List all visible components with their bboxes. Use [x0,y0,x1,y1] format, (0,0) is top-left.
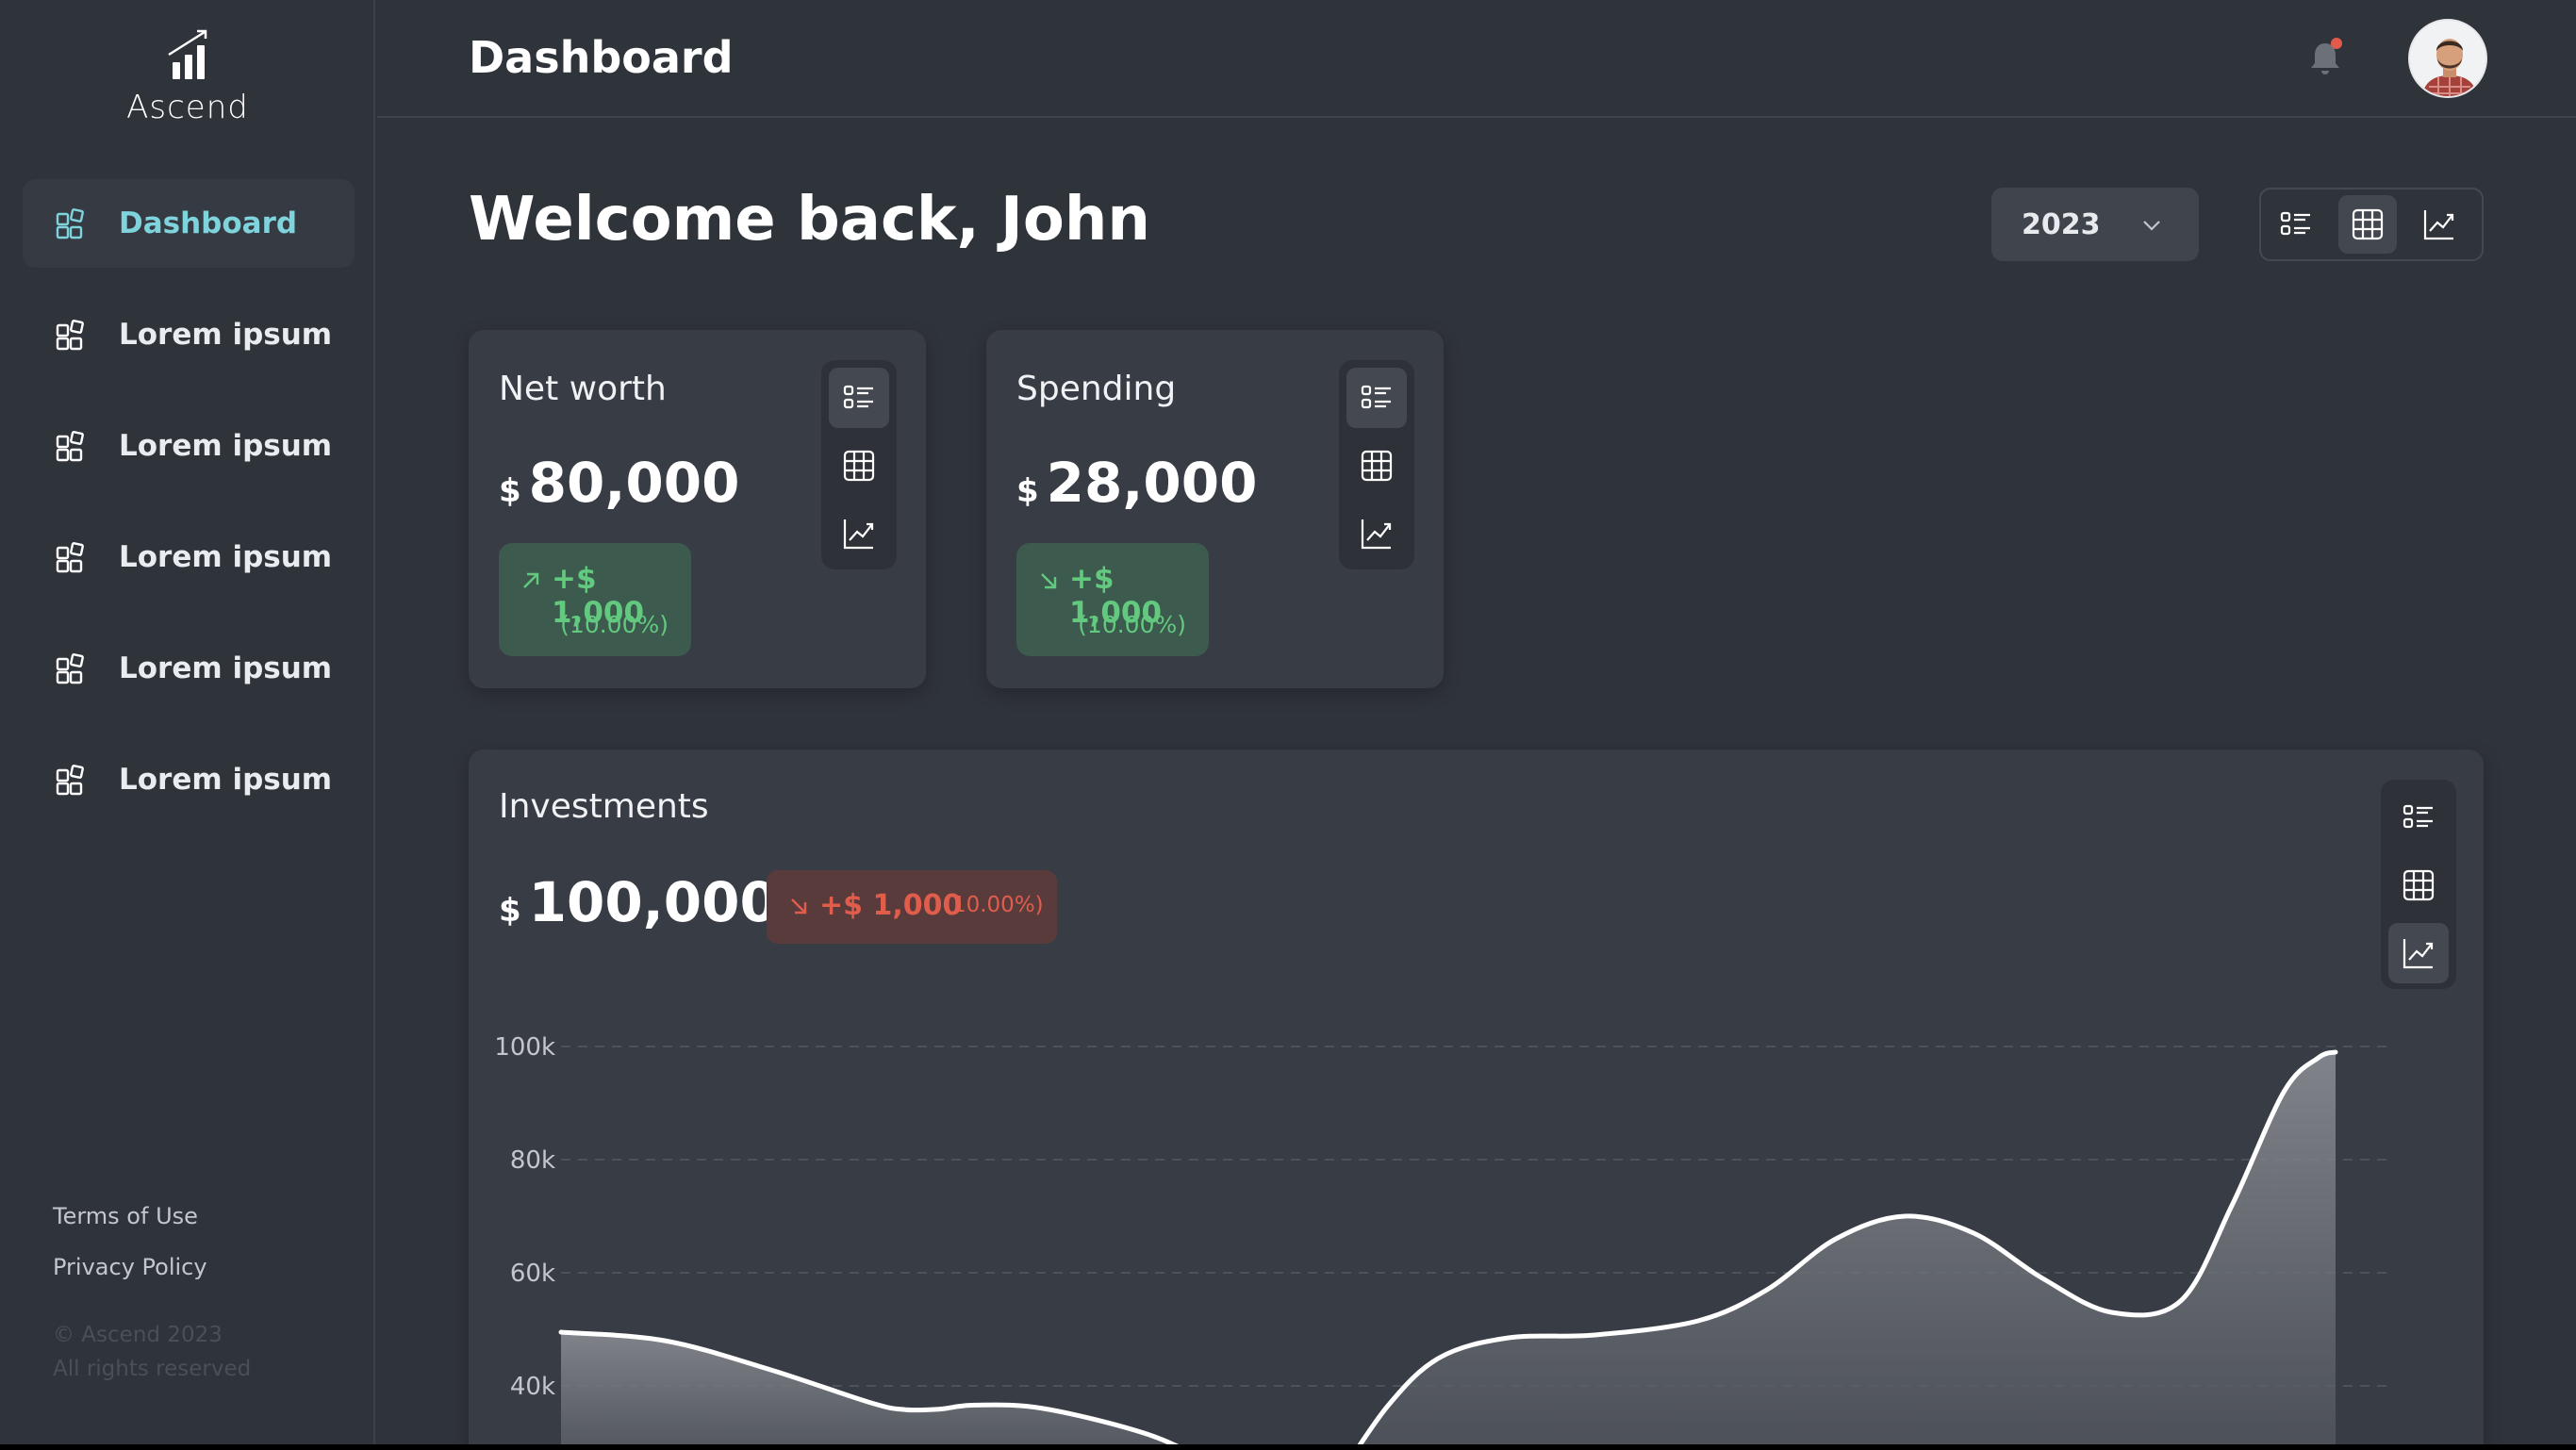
terms-link[interactable]: Terms of Use [53,1203,207,1229]
rights-text: All rights reserved [53,1357,252,1381]
sidebar: Ascend Dashboard Lorem ipsum Lorem ipsum [0,0,375,1444]
year-select-value: 2023 [2022,207,2101,241]
widgets-icon [55,541,87,573]
sidebar-item-label: Lorem ipsum [119,651,333,685]
sidebar-item-label: Lorem ipsum [119,318,333,352]
chart-view-button[interactable] [2388,923,2449,983]
change-percent: (10.00%) [1078,611,1186,638]
spending-amount: $28,000 [1016,451,1258,515]
sidebar-item-lorem-ipsum-2[interactable]: Lorem ipsum [23,402,355,490]
list-view-button[interactable] [1346,368,1407,428]
chart-icon [843,519,874,550]
app-window: Ascend Dashboard Lorem ipsum Lorem ipsum [0,0,2576,1444]
year-select[interactable]: 2023 [1991,188,2199,261]
chart-icon [2403,939,2434,969]
avatar[interactable] [2408,19,2487,98]
sidebar-item-lorem-ipsum-4[interactable]: Lorem ipsum [23,624,355,713]
sidebar-item-label: Dashboard [119,206,298,240]
change-percent: (10.00%) [560,611,669,638]
change-badge: +$ 1,000 (10.00%) [1016,543,1209,656]
grid-view-button[interactable] [829,436,889,496]
amount-value: 28,000 [1046,451,1258,515]
grid-view-button[interactable] [1346,436,1407,496]
change-badge: +$ 1,000 (10.00%) [499,543,691,656]
chart-view-button[interactable] [829,503,889,564]
investments-card: Investments $100,000 +$ 1,000 (10.00%) 1… [469,750,2484,1444]
investments-chart[interactable]: 100k 80k 60k 40k [469,750,2484,1444]
chart-icon [2423,210,2454,240]
y-tick-label: 40k [510,1373,555,1401]
sidebar-item-label: Lorem ipsum [119,429,333,463]
dashboard-icon [55,207,87,239]
list-view-button[interactable] [2267,195,2325,254]
chart-icon [1361,519,1392,550]
arrow-up-right-icon [523,572,539,588]
grid-view-button[interactable] [2388,855,2449,915]
list-icon [843,385,873,409]
sidebar-item-dashboard[interactable]: Dashboard [23,179,355,268]
grid-icon [2403,869,2435,901]
copyright-text: © Ascend 2023 [53,1323,223,1347]
welcome-heading: Welcome back, John [469,185,1150,255]
card-view-tools [2381,780,2456,989]
logo[interactable]: Ascend [0,26,375,126]
list-view-button[interactable] [829,368,889,428]
notification-dot [2331,38,2342,49]
chart-view-button[interactable] [2410,195,2469,254]
y-tick-label: 60k [510,1260,555,1288]
sidebar-item-lorem-ipsum-1[interactable]: Lorem ipsum [23,290,355,379]
sidebar-nav: Dashboard Lorem ipsum Lorem ipsum Lorem … [23,179,355,847]
y-tick-label: 100k [494,1033,555,1062]
logo-text: Ascend [126,89,249,126]
widgets-icon [55,764,87,796]
arrow-down-right-icon [1041,573,1057,589]
card-title: Spending [1016,370,1177,408]
widgets-icon [55,430,87,462]
y-tick-label: 80k [510,1146,555,1175]
list-view-button[interactable] [2388,787,2449,848]
view-mode-toggle [2259,188,2484,261]
amount-value: 80,000 [528,451,740,515]
series-area [561,1332,1174,1444]
card-view-tools [1339,360,1414,569]
list-icon [1361,385,1391,409]
currency-symbol: $ [499,472,521,510]
series-area [1360,1052,2336,1444]
bar-chart-logo-icon [168,29,207,79]
currency-symbol: $ [1016,472,1039,510]
chevron-down-icon [2143,221,2160,231]
net-worth-amount: $80,000 [499,451,740,515]
grid-view-button[interactable] [2338,195,2397,254]
grid-icon [2352,208,2384,240]
widgets-icon [55,652,87,684]
chart-view-button[interactable] [1346,503,1407,564]
user-avatar-icon [2410,21,2485,96]
sidebar-item-label: Lorem ipsum [119,540,333,574]
privacy-link[interactable]: Privacy Policy [53,1254,207,1280]
sidebar-item-lorem-ipsum-3[interactable]: Lorem ipsum [23,513,355,601]
net-worth-card: Net worth $80,000 +$ 1,000 (10.00%) [469,330,926,688]
footer-links: Terms of Use Privacy Policy [53,1203,207,1305]
grid-icon [1361,450,1393,482]
grid-icon [843,450,875,482]
page-title: Dashboard [469,32,734,83]
spending-card: Spending $28,000 +$ 1,000 (10.00%) [986,330,1444,688]
top-bar: Dashboard [377,0,2576,118]
card-title: Net worth [499,370,667,408]
copyright: © Ascend 2023 All rights reserved [53,1318,251,1386]
sidebar-item-label: Lorem ipsum [119,763,333,797]
widgets-icon [55,319,87,351]
list-icon [2403,804,2433,829]
card-view-tools [821,360,897,569]
sidebar-item-lorem-ipsum-5[interactable]: Lorem ipsum [23,735,355,824]
list-icon [2280,211,2310,236]
